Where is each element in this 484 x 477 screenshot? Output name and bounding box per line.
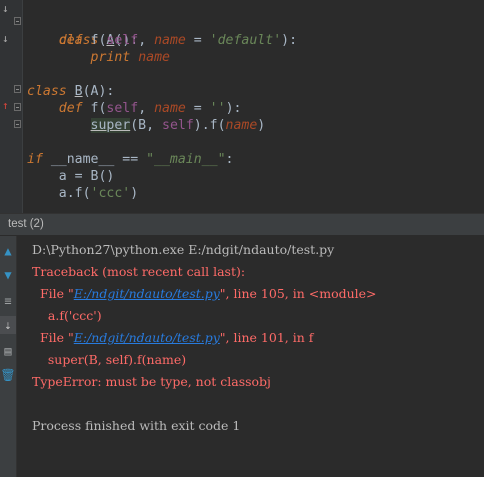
console-traceback-code: super(B, self).f(name) (32, 352, 187, 367)
console-text: ", line 101, in f (219, 330, 314, 345)
code-line-11[interactable]: a.f('ccc') (27, 185, 138, 202)
code-text: __name__ == (42, 152, 147, 167)
editor-gutter: ↓ ↓ ↑ (0, 0, 22, 213)
override-down-icon[interactable]: ↓ (2, 33, 9, 44)
code-text: f( (82, 33, 107, 48)
code-line-10[interactable]: a = B() (27, 168, 115, 185)
code-line-1[interactable]: class A(): (27, 15, 138, 48)
keyword: def (58, 33, 83, 48)
file-link[interactable]: E:/ndgit/ndauto/test.py (74, 286, 220, 301)
class-name: B (74, 84, 83, 99)
string-literal: 'ccc' (90, 186, 131, 201)
console-text: ", line 105, in <module> (219, 286, 377, 301)
file-link[interactable]: E:/ndgit/ndauto/test.py (74, 330, 220, 345)
print-icon[interactable]: ▤ (0, 342, 16, 360)
soft-wrap-icon[interactable]: ≡ (0, 292, 16, 310)
code-text: a.f( (58, 186, 91, 201)
run-panel-header: test (2) (0, 213, 484, 236)
fold-icon[interactable] (14, 103, 21, 111)
console-error-message: TypeError: must be type, not classobj (32, 374, 271, 389)
code-text: a = B() (58, 169, 115, 184)
console-command-line: D:\Python27\python.exe E:/ndgit/ndauto/t… (32, 242, 335, 257)
code-text: = (185, 33, 210, 48)
string-literal: '' (209, 101, 226, 116)
code-text: ): (225, 101, 242, 116)
code-line-7[interactable]: super(B, self).f(name) (27, 117, 265, 134)
overrides-up-icon[interactable]: ↑ (2, 100, 9, 111)
string-literal: 'default' (209, 33, 282, 48)
code-text: , (138, 101, 155, 116)
code-text: ): (281, 33, 298, 48)
console-traceback-header: Traceback (most recent call last): (32, 264, 246, 279)
up-arrow-icon[interactable]: ▲ (0, 242, 16, 260)
trash-icon[interactable]: 🗑 (0, 366, 16, 384)
parameter: name (225, 118, 258, 133)
console-traceback-code: a.f('ccc') (32, 308, 102, 323)
gutter-separator (22, 0, 23, 213)
code-text: ) (257, 118, 266, 133)
console-traceback-frame: File "E:/ndgit/ndauto/test.py", line 105… (32, 285, 377, 302)
console-text: File " (32, 286, 74, 301)
self-keyword: self (162, 118, 194, 133)
code-line-2[interactable]: def f(self, name = 'default'): (27, 32, 297, 49)
code-text: : (225, 152, 234, 167)
code-text: f( (82, 101, 107, 116)
keyword: class (27, 84, 67, 99)
parameter: name (154, 33, 186, 48)
run-tab-label[interactable]: test (2) (8, 218, 44, 230)
code-line-9[interactable]: if __name__ == "__main__": (27, 151, 233, 168)
override-down-icon[interactable]: ↓ (2, 3, 9, 14)
keyword: if (27, 152, 43, 167)
self-keyword: self (106, 101, 139, 116)
self-keyword: self (106, 33, 139, 48)
console-traceback-frame: File "E:/ndgit/ndauto/test.py", line 101… (32, 329, 313, 346)
code-text: ) (130, 186, 139, 201)
console-text: File " (32, 330, 74, 345)
code-line-5[interactable]: class B(A): (27, 83, 114, 100)
code-text: , (138, 33, 155, 48)
run-console-output[interactable]: D:\Python27\python.exe E:/ndgit/ndauto/t… (17, 236, 484, 477)
code-text: = (185, 101, 210, 116)
code-editor[interactable]: ↓ ↓ ↑ class A(): def f(self, name = 'def… (0, 0, 484, 213)
fold-icon[interactable] (14, 17, 21, 25)
run-toolbar: ▲ ▼ ≡ ⇣ ▤ 🗑 (0, 236, 17, 477)
scroll-to-end-icon[interactable]: ⇣ (0, 316, 16, 334)
code-line-6[interactable]: def f(self, name = ''): (27, 100, 242, 117)
code-text: (B, (130, 118, 162, 133)
keyword: def (58, 101, 83, 116)
console-exit-message: Process finished with exit code 1 (32, 418, 241, 433)
string-literal: "__main__" (146, 152, 226, 167)
code-text: (A): (82, 84, 115, 99)
down-arrow-icon[interactable]: ▼ (0, 266, 16, 284)
parameter: name (138, 50, 170, 65)
code-text: ).f( (193, 118, 226, 133)
keyword: print (90, 50, 131, 65)
fold-icon[interactable] (14, 120, 21, 128)
parameter: name (154, 101, 186, 116)
code-line-3[interactable]: print name (27, 49, 170, 66)
fold-icon[interactable] (14, 85, 21, 93)
super-call: super (90, 118, 131, 133)
